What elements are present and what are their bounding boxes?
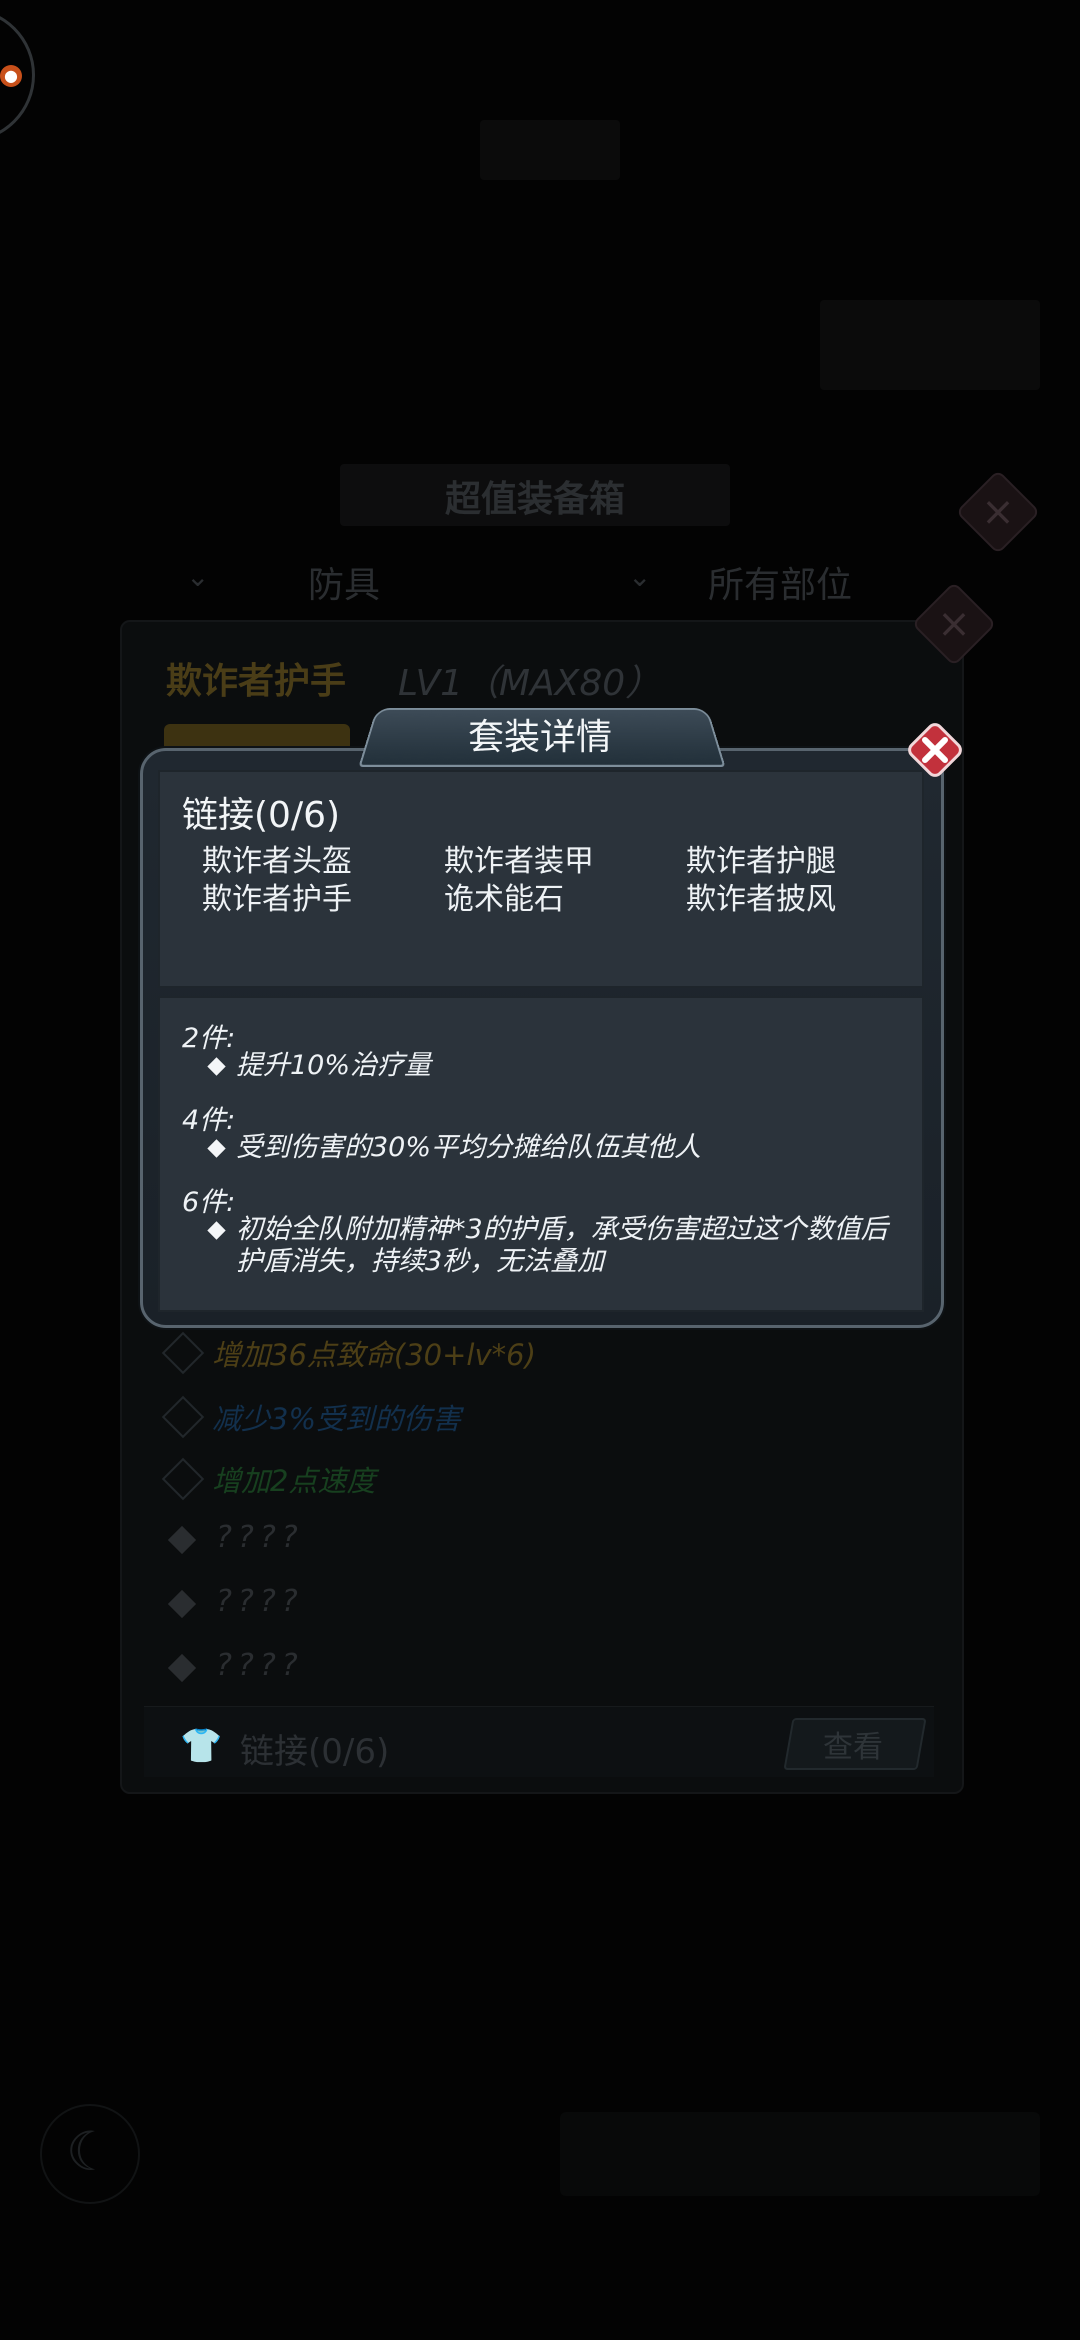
bonus-effect: 受到伤害的30%平均分摊给队伍其他人 <box>236 1132 702 1163</box>
bottom-action-bar <box>560 2112 1040 2196</box>
locked-attribute: ???? <box>216 1648 304 1683</box>
moon-icon[interactable]: ☾ <box>40 2104 140 2204</box>
close-icon: × <box>981 489 1015 535</box>
shop-title: 超值装备箱 <box>444 479 625 520</box>
bonus-effect: 初始全队附加精神*3的护盾，承受伤害超过这个数值后护盾消失，持续3秒，无法叠加 <box>236 1214 888 1277</box>
set-piece: 欺诈者护手 <box>202 882 352 917</box>
set-chain-label: 链接(0/6) <box>240 1732 390 1772</box>
item-name: 欺诈者护手 <box>166 661 347 702</box>
bg-header-block <box>480 120 620 180</box>
chevron-down-icon: ⌄ <box>186 560 210 593</box>
filter-part-select[interactable]: 所有部位 <box>708 556 852 608</box>
bonus-tier: 4件: <box>182 1105 236 1136</box>
locked-attribute: ???? <box>216 1520 304 1555</box>
set-piece: 诡术能石 <box>444 882 564 917</box>
locked-attribute: ???? <box>216 1584 304 1619</box>
filter-type-select[interactable]: 防具 <box>308 556 380 608</box>
bonus-effect: 提升10%治疗量 <box>236 1050 432 1081</box>
bonus-tier: 2件: <box>182 1023 236 1054</box>
attribute-line: 增加36点致命(30+lv*6) <box>212 1338 536 1372</box>
attribute-line: 减少3%受到的伤害 <box>212 1402 462 1436</box>
bonus-tier: 6件: <box>182 1187 236 1218</box>
item-level: LV1（MAX80） <box>398 663 662 704</box>
set-piece: 欺诈者披风 <box>686 882 836 917</box>
close-icon: × <box>937 601 971 647</box>
view-set-button-label: 查看 <box>823 1730 883 1765</box>
modal-title: 套装详情 <box>467 717 612 758</box>
chevron-down-icon: ⌄ <box>628 560 652 593</box>
shirt-icon: 👕 <box>180 1726 223 1766</box>
avatar-button[interactable]: ● <box>0 8 35 142</box>
avatar-icon: ● <box>0 65 22 87</box>
attribute-line: 增加2点速度 <box>212 1464 376 1498</box>
set-chain-title: 链接(0/6) <box>182 795 341 836</box>
shop-close-button[interactable]: × <box>955 469 1041 555</box>
bg-side-block <box>820 300 1040 390</box>
